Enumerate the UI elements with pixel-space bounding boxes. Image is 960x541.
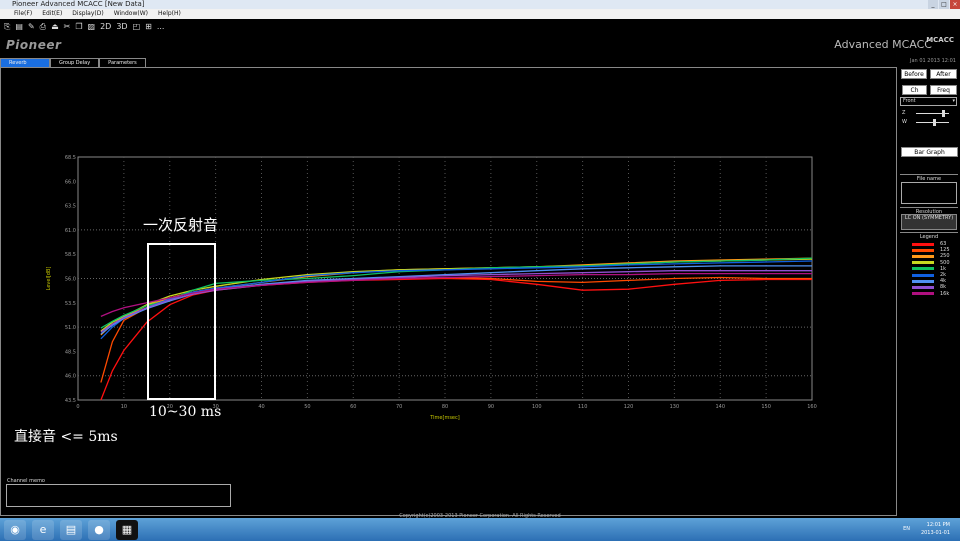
language-indicator[interactable]: EN bbox=[903, 526, 910, 532]
z-label: Z bbox=[902, 110, 906, 116]
x-tick-label: 80 bbox=[442, 404, 448, 410]
x-tick-label: 160 bbox=[807, 404, 817, 410]
legend-swatch bbox=[912, 261, 934, 265]
legend-label: 2k bbox=[940, 272, 947, 278]
legend-item: 1k bbox=[912, 266, 946, 272]
file-name-field[interactable] bbox=[901, 182, 957, 204]
channel-select[interactable]: Front ▾ bbox=[900, 97, 957, 106]
y-tick-label: 48.5 bbox=[65, 349, 76, 355]
legend-swatch bbox=[912, 242, 934, 246]
legend-item: 500 bbox=[912, 260, 950, 266]
channel-memo-input[interactable] bbox=[6, 484, 231, 507]
taskbar: ◉ e ▤ ● ▦ bbox=[0, 518, 960, 541]
explorer-icon[interactable]: ▤ bbox=[60, 519, 82, 540]
legend-swatch bbox=[912, 267, 934, 271]
annotation-direct-sound: 直接音 <= 5ms bbox=[14, 429, 118, 445]
ch-button[interactable]: Ch bbox=[902, 85, 927, 95]
x-tick-label: 120 bbox=[624, 404, 634, 410]
x-tick-label: 70 bbox=[396, 404, 402, 410]
channel-select-value: Front bbox=[903, 98, 916, 104]
reverb-chart: 0 10 20 30 40 50 60 70 80 90 100 110 120 130 140 150 160… bbox=[46, 155, 817, 421]
x-tick-label: 40 bbox=[258, 404, 264, 410]
legend-swatch bbox=[912, 285, 934, 289]
x-tick-label: 130 bbox=[670, 404, 680, 410]
legend-item: 16k bbox=[912, 291, 949, 297]
y-tick-label: 68.5 bbox=[65, 155, 76, 161]
y-tick-label: 51.0 bbox=[65, 325, 76, 331]
y-tick-label: 43.5 bbox=[65, 398, 76, 404]
legend-swatch bbox=[912, 279, 934, 283]
x-tick-label: 10 bbox=[121, 404, 127, 410]
legend-item: 4k bbox=[912, 278, 946, 284]
legend-item: 63 bbox=[912, 241, 946, 247]
before-button[interactable]: Before bbox=[901, 69, 927, 79]
legend-label: 16k bbox=[940, 290, 950, 297]
y-tick-label: 56.0 bbox=[65, 277, 76, 283]
file-name-label: File name bbox=[900, 174, 958, 182]
z-slider[interactable]: Z bbox=[902, 110, 957, 117]
w-slider-thumb[interactable] bbox=[932, 119, 936, 126]
y-tick-label: 61.0 bbox=[65, 228, 76, 234]
after-button[interactable]: After bbox=[930, 69, 957, 79]
legend-swatch bbox=[912, 248, 934, 252]
legend-item: 8k bbox=[912, 284, 946, 290]
clock-time: 12:01 PM bbox=[926, 522, 950, 528]
legend-label: 1k bbox=[940, 265, 947, 272]
w-label: W bbox=[902, 119, 907, 125]
early-reflection-highlight-box bbox=[147, 243, 216, 400]
freq-button[interactable]: Freq bbox=[930, 85, 957, 95]
firefox-icon[interactable]: ● bbox=[88, 519, 110, 540]
y-axis-label: Level[dB] bbox=[46, 267, 52, 291]
x-tick-label: 90 bbox=[488, 404, 494, 410]
x-tick-label: 100 bbox=[532, 404, 542, 410]
legend-swatch bbox=[912, 292, 934, 296]
legend-swatch bbox=[912, 254, 934, 258]
x-tick-label: 110 bbox=[578, 404, 588, 410]
legend-item: 125 bbox=[912, 247, 950, 253]
legend-item: 2k bbox=[912, 272, 946, 278]
clock-date: 2013-01-01 bbox=[920, 530, 950, 536]
y-tick-label: 46.0 bbox=[65, 374, 76, 380]
x-axis-label: Time[msec] bbox=[429, 415, 459, 421]
annotation-range: 10~30 ms bbox=[149, 404, 222, 420]
legend-label: 500 bbox=[940, 259, 950, 266]
legend-label: 125 bbox=[940, 247, 950, 254]
legend-item: 250 bbox=[912, 253, 950, 259]
y-tick-label: 63.5 bbox=[65, 204, 76, 210]
bar-graph-button[interactable]: Bar Graph bbox=[901, 147, 958, 157]
resolution-value: LC ON (SYMMETRY) bbox=[901, 214, 957, 230]
w-slider[interactable]: W bbox=[902, 119, 957, 126]
x-tick-label: 140 bbox=[715, 404, 725, 410]
chevron-down-icon: ▾ bbox=[952, 98, 955, 104]
ie-icon[interactable]: e bbox=[32, 519, 54, 540]
legend-label: 4k bbox=[940, 278, 947, 285]
start-button[interactable]: ◉ bbox=[4, 519, 26, 540]
y-tick-label: 66.0 bbox=[65, 179, 76, 185]
x-tick-label: 0 bbox=[76, 404, 79, 410]
legend-label: 250 bbox=[940, 253, 950, 260]
annotation-early-reflection: 一次反射音 bbox=[143, 216, 219, 234]
y-tick-label: 53.5 bbox=[65, 301, 76, 307]
x-tick-label: 60 bbox=[350, 404, 356, 410]
x-tick-label: 50 bbox=[304, 404, 310, 410]
x-tick-label: 150 bbox=[761, 404, 771, 410]
y-tick-label: 58.5 bbox=[65, 252, 76, 258]
legend-swatch bbox=[912, 273, 934, 277]
z-slider-thumb[interactable] bbox=[942, 110, 946, 117]
legend-label: 8k bbox=[940, 284, 947, 291]
mcacc-app-icon[interactable]: ▦ bbox=[116, 519, 138, 540]
legend-label: 63 bbox=[940, 241, 947, 247]
legend-label: Legend bbox=[900, 232, 958, 240]
clock[interactable]: 12:01 PM 2013-01-01 bbox=[921, 521, 950, 537]
